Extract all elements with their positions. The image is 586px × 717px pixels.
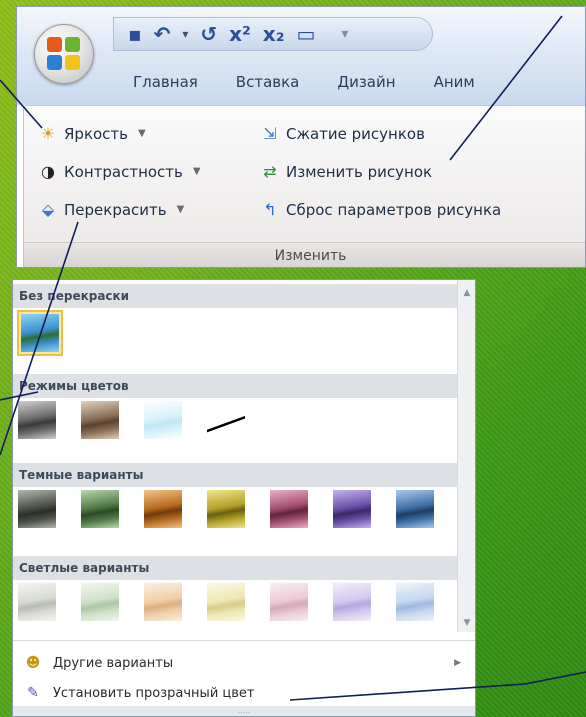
- recolor-gallery-dropdown: ▲ ▼ ..... Без перекраски Режимы цветов Тем…: [12, 279, 476, 717]
- command-label: Сжатие рисунков: [286, 124, 425, 143]
- color-tile-grayscale[interactable]: [17, 400, 57, 440]
- transparent-color-icon: ✎: [27, 685, 39, 701]
- color-tile-dark-blue[interactable]: [395, 489, 435, 529]
- command-label: Изменить рисунок: [286, 162, 433, 181]
- office-button[interactable]: [34, 24, 94, 84]
- undo-icon[interactable]: ↶: [154, 24, 171, 44]
- quick-access-toolbar: ▪ ↶ ▾ ↺ x² x₂ ▭ ▾: [113, 17, 433, 51]
- section-header: Темные варианты: [13, 463, 457, 487]
- change-picture-icon: ⇄: [263, 162, 277, 181]
- command-label: Перекрасить: [64, 200, 167, 219]
- picture-thumbnail-icon: [81, 583, 119, 621]
- ribbon-window: ▪ ↶ ▾ ↺ x² x₂ ▭ ▾ Главная Вставка Дизайн Аним ☀ Ярк…: [16, 6, 586, 268]
- contrast-button[interactable]: ◑ Контрастность ▼: [38, 162, 201, 181]
- compress-icon: ⇲: [263, 124, 277, 143]
- color-tile-light-pink[interactable]: [269, 582, 309, 622]
- subscript-icon[interactable]: x₂: [263, 24, 285, 44]
- color-tile-black-white[interactable]: [206, 400, 246, 440]
- color-tile-original[interactable]: [17, 310, 63, 356]
- office-logo-icon: [47, 37, 81, 71]
- scroll-down-icon[interactable]: ▼: [458, 618, 475, 628]
- picture-thumbnail-icon: [333, 583, 371, 621]
- color-tile-light-orange[interactable]: [143, 582, 183, 622]
- ribbon-tabs: Главная Вставка Дизайн Аним: [17, 59, 585, 105]
- adjust-group: ☀ Яркость ▼ ◑ Контрастность ▼ ⬙ Перекрасить ▼ ⇲ С…: [23, 105, 585, 267]
- color-tile-sepia[interactable]: [80, 400, 120, 440]
- color-tile-light-green[interactable]: [80, 582, 120, 622]
- new-icon[interactable]: ▭: [296, 24, 315, 44]
- dropdown-arrow-icon: ▼: [176, 204, 185, 215]
- callout-line-transparent: [524, 671, 586, 685]
- tab-2[interactable]: Дизайн: [337, 73, 395, 91]
- more-variations-menu-item[interactable]: ☻ Другие варианты ▶: [13, 648, 475, 678]
- picture-thumbnail-icon: [144, 401, 182, 439]
- change-picture-button[interactable]: ⇄ Изменить рисунок: [260, 162, 432, 181]
- picture-thumbnail-icon: [396, 583, 434, 621]
- tab-0[interactable]: Главная: [133, 73, 198, 91]
- redo-icon[interactable]: ↺: [200, 24, 217, 44]
- tab-1[interactable]: Вставка: [236, 73, 300, 91]
- color-tile-light-yellow[interactable]: [206, 582, 246, 622]
- menu-item-label: Другие варианты: [53, 655, 174, 671]
- compress-button[interactable]: ⇲ Сжатие рисунков: [260, 124, 425, 143]
- picture-thumbnail-icon: [144, 583, 182, 621]
- dropdown-arrow-icon: ▼: [192, 166, 201, 177]
- picture-thumbnail-icon: [207, 401, 245, 439]
- color-tile-dark-yellow[interactable]: [206, 489, 246, 529]
- more-colors-icon: ☻: [25, 655, 41, 671]
- recolor-button[interactable]: ⬙ Перекрасить ▼: [38, 200, 184, 219]
- gallery-scrollbar[interactable]: ▲ ▼: [457, 280, 475, 632]
- color-tile-dark-gray[interactable]: [17, 489, 57, 529]
- picture-thumbnail-icon: [18, 401, 56, 439]
- picture-thumbnail-icon: [18, 490, 56, 528]
- color-tile-dark-purple[interactable]: [332, 489, 372, 529]
- picture-thumbnail-icon: [396, 490, 434, 528]
- group-label: Изменить: [24, 242, 585, 267]
- color-tile-light-purple[interactable]: [332, 582, 372, 622]
- color-tile-dark-green[interactable]: [80, 489, 120, 529]
- contrast-icon: ◑: [41, 162, 55, 181]
- sun-button[interactable]: ☀ Яркость ▼: [38, 124, 146, 143]
- color-tile-light-blue[interactable]: [395, 582, 435, 622]
- picture-thumbnail-icon: [333, 490, 371, 528]
- color-tile-light-gray[interactable]: [17, 582, 57, 622]
- picture-thumbnail-icon: [144, 490, 182, 528]
- recolor-icon: ⬙: [41, 200, 55, 219]
- picture-thumbnail-icon: [81, 401, 119, 439]
- scroll-up-icon[interactable]: ▲: [458, 288, 475, 298]
- sun-icon: ☀: [40, 124, 56, 143]
- customize-toolbar-icon[interactable]: ▾: [341, 26, 348, 42]
- dropdown-icon[interactable]: ▾: [182, 24, 188, 44]
- picture-thumbnail-icon: [207, 583, 245, 621]
- picture-thumbnail-icon: [270, 490, 308, 528]
- picture-thumbnail-icon: [81, 490, 119, 528]
- command-label: Сброс параметров рисунка: [286, 200, 502, 219]
- superscript-icon[interactable]: x²: [229, 24, 251, 44]
- dropdown-arrow-icon: ▼: [138, 128, 146, 139]
- picture-thumbnail-icon: [21, 314, 59, 352]
- picture-thumbnail-icon: [270, 583, 308, 621]
- color-tile-dark-orange[interactable]: [143, 489, 183, 529]
- picture-thumbnail-icon: [207, 490, 245, 528]
- reset-picture-button[interactable]: ↰ Сброс параметров рисунка: [260, 200, 501, 219]
- command-label: Контрастность: [64, 162, 183, 181]
- tab-3[interactable]: Аним: [434, 73, 475, 91]
- command-label: Яркость: [64, 124, 129, 143]
- color-tile-washout[interactable]: [143, 400, 183, 440]
- set-transparent-color-menu-item[interactable]: ✎ Установить прозрачный цвет: [13, 678, 475, 708]
- section-header: Режимы цветов: [13, 374, 457, 398]
- section-header: Светлые варианты: [13, 556, 457, 580]
- menu-item-label: Установить прозрачный цвет: [53, 685, 255, 701]
- save-icon[interactable]: ▪: [128, 24, 142, 44]
- color-tile-dark-pink[interactable]: [269, 489, 309, 529]
- picture-thumbnail-icon: [18, 583, 56, 621]
- reset-picture-icon: ↰: [263, 200, 277, 219]
- submenu-arrow-icon: ▶: [454, 658, 461, 668]
- section-header: Без перекраски: [13, 284, 457, 308]
- menu-separator: [13, 640, 475, 641]
